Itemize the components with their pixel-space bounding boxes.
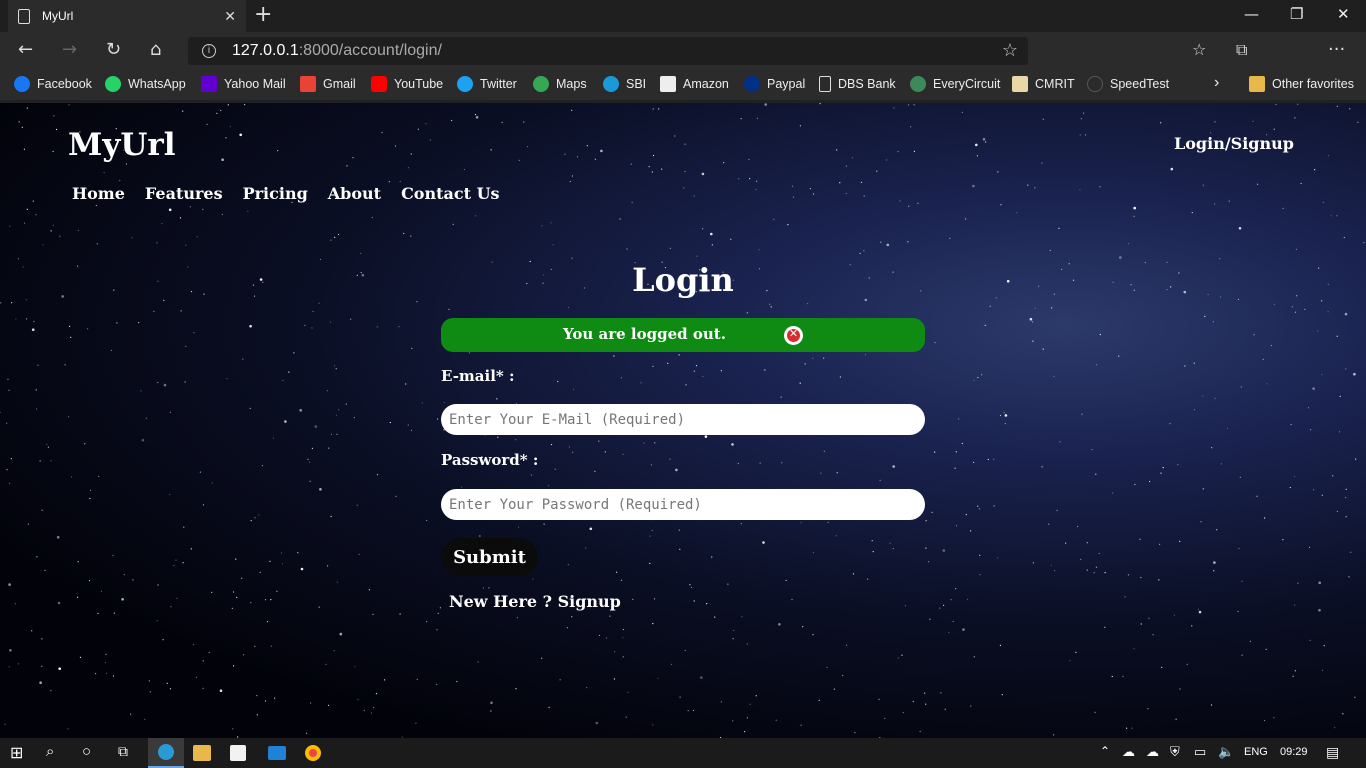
main-nav: Home Features Pricing About Contact Us [72, 184, 500, 203]
language-indicator[interactable]: ENG [1244, 746, 1272, 766]
login-signup-link[interactable]: Login/Signup [1174, 134, 1294, 153]
search-icon[interactable]: ⌕ [46, 743, 66, 763]
windows-start-icon[interactable]: ⊞ [10, 743, 30, 763]
nav-contact-us[interactable]: Contact Us [401, 184, 499, 203]
cloud-icon[interactable]: ☁ [1122, 744, 1142, 764]
minimize-icon[interactable]: — [1244, 5, 1259, 23]
tab-title: MyUrl [42, 9, 74, 23]
edge-icon[interactable] [148, 738, 184, 768]
nav-pricing[interactable]: Pricing [243, 184, 308, 203]
logout-alert: You are logged out. ✕ [441, 318, 925, 352]
nav-features[interactable]: Features [145, 184, 223, 203]
bookmark-sbi[interactable]: SBI [603, 76, 646, 92]
page-title: Login [632, 261, 734, 299]
page-icon [18, 8, 30, 24]
bookmark-maps[interactable]: Maps [533, 76, 587, 92]
clock[interactable]: 09:29 [1280, 746, 1316, 766]
network-icon[interactable]: ▭ [1194, 744, 1214, 764]
facebook-icon [14, 76, 30, 92]
volume-icon[interactable]: 🔈 [1218, 744, 1238, 764]
url-host: 127.0.0.1 [232, 42, 299, 59]
onedrive-icon[interactable]: ☁ [1146, 744, 1166, 764]
submit-button[interactable]: Submit [441, 538, 538, 576]
everycircuit-icon [910, 76, 926, 92]
security-shield-icon[interactable]: ⛨ [1170, 744, 1190, 764]
bookmark-twitter[interactable]: Twitter [457, 76, 517, 92]
file-explorer-icon[interactable] [193, 745, 211, 761]
password-field[interactable] [441, 489, 925, 520]
bookmark-paypal[interactable]: Paypal [744, 76, 805, 92]
maps-icon [533, 76, 549, 92]
refresh-icon[interactable]: ↻ [106, 40, 121, 60]
bookmark-dbs-bank[interactable]: DBS Bank [819, 76, 896, 92]
bookmarks-bar: Facebook WhatsApp Yahoo Mail Gmail YouTu… [0, 70, 1366, 100]
bookmark-everycircuit[interactable]: EveryCircuit [910, 76, 1000, 92]
window-close-icon[interactable]: ✕ [1337, 5, 1350, 23]
close-icon[interactable]: ✕ [784, 326, 803, 345]
new-tab-button[interactable]: + [254, 4, 272, 26]
brand-logo[interactable]: MyUrl [68, 127, 175, 163]
info-icon[interactable]: i [202, 44, 216, 58]
favorites-icon[interactable]: ☆ [1192, 40, 1206, 60]
nav-home[interactable]: Home [72, 184, 125, 203]
sbi-icon [603, 76, 619, 92]
bookmark-cmrit[interactable]: CMRIT [1012, 76, 1075, 92]
nav-about[interactable]: About [328, 184, 381, 203]
home-icon[interactable]: ⌂ [150, 40, 161, 60]
bookmark-gmail[interactable]: Gmail [300, 76, 356, 92]
youtube-icon [371, 76, 387, 92]
collections-icon[interactable]: ⧉ [1236, 40, 1247, 60]
store-icon[interactable] [230, 745, 246, 761]
bookmark-whatsapp[interactable]: WhatsApp [105, 76, 186, 92]
star-icon[interactable]: ☆ [1002, 40, 1018, 61]
bookmark-youtube[interactable]: YouTube [371, 76, 443, 92]
email-field[interactable] [441, 404, 925, 435]
speedtest-icon [1087, 76, 1103, 92]
address-bar[interactable]: i 127.0.0.1:8000/account/login/ ☆ [188, 37, 1028, 65]
chrome-icon[interactable] [305, 745, 321, 761]
bookmark-facebook[interactable]: Facebook [14, 76, 92, 92]
chevron-right-icon[interactable]: › [1214, 74, 1219, 92]
browser-chrome: MyUrl ✕ + — ❐ ✕ ← → ↻ ⌂ ☆ ⧉ ··· i 127.0.… [0, 0, 1366, 103]
page-icon [819, 76, 831, 92]
chevron-up-icon[interactable]: ⌃ [1100, 744, 1120, 764]
mail-icon[interactable] [268, 746, 286, 760]
cortana-icon[interactable]: ○ [82, 743, 102, 763]
gmail-icon [300, 76, 316, 92]
close-tab-icon[interactable]: ✕ [224, 8, 236, 25]
whatsapp-icon [105, 76, 121, 92]
notifications-icon[interactable]: ▤ [1326, 744, 1346, 764]
url-path: :8000/account/login/ [298, 42, 442, 59]
restore-icon[interactable]: ❐ [1290, 5, 1303, 23]
yahoo-mail-icon [201, 76, 217, 92]
bookmark-speedtest[interactable]: SpeedTest [1087, 76, 1169, 92]
page-content: MyUrl Login/Signup Home Features Pricing… [0, 103, 1366, 738]
other-favorites[interactable]: Other favorites [1249, 76, 1354, 92]
taskbar: ⊞ ⌕ ○ ⧉ ⌃ ☁ ☁ ⛨ ▭ 🔈 ENG 09:29 ▤ [0, 738, 1366, 768]
password-label: Password* : [441, 451, 539, 469]
signup-link[interactable]: New Here ? Signup [449, 592, 621, 611]
settings-more-icon[interactable]: ··· [1328, 40, 1345, 60]
amazon-icon [660, 76, 676, 92]
tab-bar: MyUrl ✕ + — ❐ ✕ [0, 0, 1366, 32]
twitter-icon [457, 76, 473, 92]
forward-icon[interactable]: → [62, 40, 77, 60]
cmrit-icon [1012, 76, 1028, 92]
paypal-icon [744, 76, 760, 92]
bookmark-amazon[interactable]: Amazon [660, 76, 729, 92]
task-view-icon[interactable]: ⧉ [118, 743, 138, 763]
email-label: E-mail* : [441, 367, 515, 385]
bookmark-yahoo-mail[interactable]: Yahoo Mail [201, 76, 286, 92]
browser-tab[interactable]: MyUrl ✕ [8, 0, 246, 32]
back-icon[interactable]: ← [18, 40, 33, 60]
folder-icon [1249, 76, 1265, 92]
alert-message: You are logged out. [563, 325, 726, 343]
